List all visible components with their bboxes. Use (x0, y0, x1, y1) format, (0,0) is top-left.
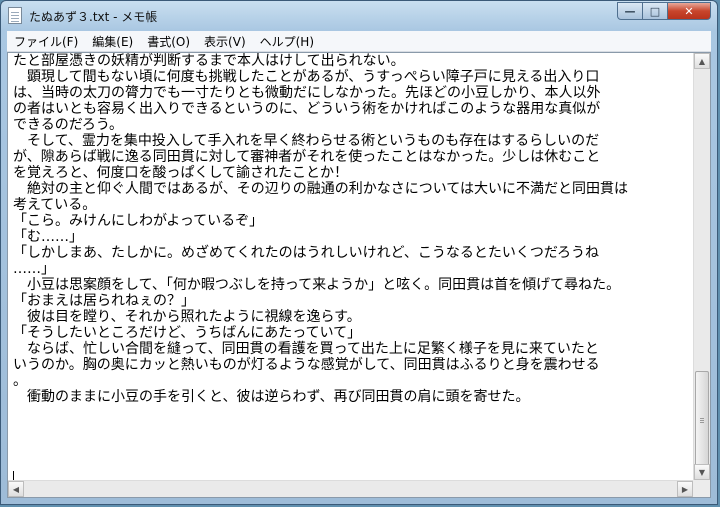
scroll-left-button[interactable]: ◀ (8, 481, 24, 497)
scroll-up-button[interactable]: ▲ (694, 53, 710, 69)
close-button[interactable]: ✕ (668, 2, 711, 20)
menu-file[interactable]: ファイル(F) (7, 33, 85, 50)
maximize-icon: □ (649, 4, 661, 18)
arrow-left-icon: ◀ (12, 484, 20, 494)
vertical-scroll-thumb[interactable] (695, 371, 709, 471)
close-icon: ✕ (684, 4, 694, 18)
text-line[interactable]: 衝動のままに小豆の手を引くと、彼は逆らわず、再び同田貫の肩に頭を寄せた。 (13, 389, 693, 405)
minimize-icon: — (624, 4, 636, 18)
text-line[interactable]: の者はいとも容易く出入りできるというのに、どういう術をかければこのような器用な真… (13, 101, 693, 117)
text-line[interactable]: は、当時の太刀の膂力でも一寸たりとも微動だにしなかった。先ほどの小豆しかり、本人… (13, 85, 693, 101)
text-line[interactable] (13, 437, 693, 453)
menu-help[interactable]: ヘルプ(H) (253, 33, 321, 50)
scroll-right-button[interactable]: ▶ (677, 481, 693, 497)
text-line[interactable]: ならば、忙しい合間を縫って、同田貫の看護を買って出た上に足繁く様子を見に来ていた… (13, 341, 693, 357)
text-line[interactable]: 「おまえは居られねぇの？」 (13, 293, 693, 309)
window-title: たぬあず３.txt - メモ帳 (29, 10, 158, 24)
text-line[interactable]: 彼は目を瞠り、それから照れたように視線を逸らす。 (13, 309, 693, 325)
vertical-scrollbar[interactable]: ▲ ▼ (693, 53, 710, 480)
arrow-down-icon: ▼ (698, 467, 706, 477)
notepad-icon[interactable] (8, 7, 22, 24)
text-line[interactable]: 「こら。みけんにしわがよっているぞ」 (13, 213, 693, 229)
text-line[interactable] (13, 421, 693, 437)
menu-format[interactable]: 書式(O) (140, 33, 197, 50)
text-line[interactable]: 。 (13, 373, 693, 389)
text-line[interactable]: を覚えろと、何度口を酸っぱくして諭されたことか！ (13, 165, 693, 181)
text-line[interactable]: 「しかしまあ、たしかに。めざめてくれたのはうれしいけれど、こうなるとたいくつだろ… (13, 245, 693, 261)
scrollbar-corner (693, 480, 710, 497)
text-line[interactable]: 考えている。 (13, 197, 693, 213)
notepad-window: たぬあず３.txt - メモ帳 — □ ✕ ファイル(F) 編集(E) 書式(O… (0, 0, 718, 505)
text-editor[interactable]: たと部屋憑きの妖精が判断するまで本人はけして出られない。 顕現して間もない頃に何… (7, 52, 711, 498)
text-line[interactable]: できるのだろう。 (13, 117, 693, 133)
text-line[interactable]: ……」 (13, 261, 693, 277)
window-controls: — □ ✕ (617, 2, 711, 21)
minimize-button[interactable]: — (617, 2, 643, 20)
text-line[interactable]: 顕現して間もない頃に何度も挑戦したことがあるが、うすっぺらい障子戸に見える出入り… (13, 69, 693, 85)
text-line[interactable]: いうのか。胸の奥にカッと熱いものが灯るような感覚がして、同田貫はふるりと身を震わ… (13, 357, 693, 373)
scroll-down-button[interactable]: ▼ (694, 464, 710, 480)
text-line[interactable]: 「む……」 (13, 229, 693, 245)
text-line[interactable]: が、隙あらば戦に逸る同田貫に対して審神者がそれを使ったことはなかった。少しは休む… (13, 149, 693, 165)
arrow-right-icon: ▶ (681, 484, 689, 494)
horizontal-scrollbar[interactable]: ◀ ▶ (8, 480, 693, 497)
text-content[interactable]: たと部屋憑きの妖精が判断するまで本人はけして出られない。 顕現して間もない頃に何… (8, 53, 693, 480)
menu-bar: ファイル(F) 編集(E) 書式(O) 表示(V) ヘルプ(H) (7, 31, 711, 52)
text-line[interactable]: たと部屋憑きの妖精が判断するまで本人はけして出られない。 (13, 53, 693, 69)
maximize-button[interactable]: □ (643, 2, 668, 20)
arrow-up-icon: ▲ (698, 56, 706, 66)
text-line[interactable]: 「そうしたいところだけど、うちばんにあたっていて」 (13, 325, 693, 341)
text-line[interactable]: 絶対の主と仰ぐ人間ではあるが、その辺りの融通の利かなさについては大いに不満だと同… (13, 181, 693, 197)
text-line[interactable] (13, 405, 693, 421)
menu-edit[interactable]: 編集(E) (85, 33, 140, 50)
menu-view[interactable]: 表示(V) (197, 33, 253, 50)
title-bar[interactable]: たぬあず３.txt - メモ帳 — □ ✕ (1, 1, 717, 31)
text-line[interactable]: 小豆は思案顔をして、「何か暇つぶしを持って来ようか」と呟く。同田貫は首を傾げて尋… (13, 277, 693, 293)
text-line[interactable]: そして、霊力を集中投入して手入れを早く終わらせる術というものも存在はするらしいの… (13, 133, 693, 149)
